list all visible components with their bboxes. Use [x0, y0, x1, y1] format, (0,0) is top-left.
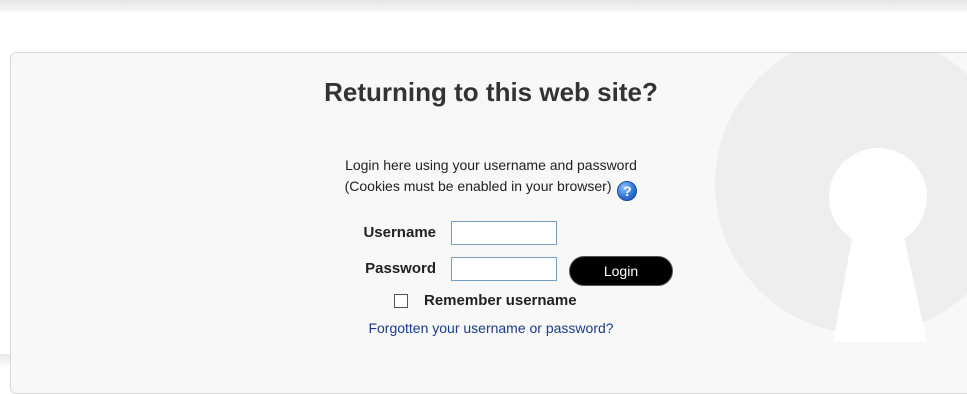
- forgot-password-link[interactable]: Forgotten your username or password?: [11, 320, 967, 336]
- password-input[interactable]: [451, 257, 557, 281]
- password-label: Password: [365, 260, 436, 277]
- login-instructions: Login here using your username and passw…: [345, 157, 637, 173]
- remember-username-label: Remember username: [424, 292, 577, 309]
- login-button[interactable]: Login: [569, 256, 673, 286]
- remember-username-checkbox[interactable]: [394, 293, 408, 308]
- login-panel: Returning to this web site? Login here u…: [10, 52, 967, 394]
- cookies-note-text: (Cookies must be enabled in your browser…: [344, 178, 612, 194]
- cookies-note: (Cookies must be enabled in your browser…: [11, 178, 967, 201]
- remember-username-row[interactable]: Remember username: [394, 292, 577, 309]
- top-band: [0, 0, 967, 12]
- username-label: Username: [363, 224, 436, 241]
- username-input[interactable]: [451, 221, 557, 245]
- help-icon[interactable]: ?: [617, 181, 638, 201]
- page-title: Returning to this web site?: [324, 77, 658, 107]
